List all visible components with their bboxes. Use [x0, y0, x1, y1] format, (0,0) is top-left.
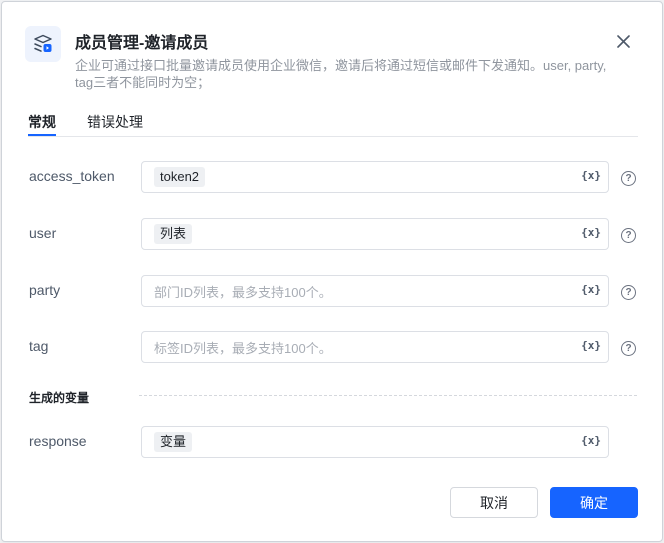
variable-picker-icon[interactable]: {x}	[581, 434, 601, 447]
output-variables-heading: 生成的变量	[29, 391, 90, 405]
tab-bar: 常规 错误处理	[28, 110, 638, 137]
user-input[interactable]: 列表 {x}	[141, 218, 609, 250]
access-token-input[interactable]: token2 {x}	[141, 161, 609, 193]
access-token-value-chip: token2	[154, 167, 206, 187]
help-icon[interactable]: ?	[621, 171, 636, 186]
tab-general[interactable]: 常规	[28, 112, 56, 132]
tag-label: tag	[29, 338, 49, 354]
tab-error-handling[interactable]: 错误处理	[87, 112, 143, 132]
variable-picker-icon[interactable]: {x}	[581, 169, 601, 182]
variable-picker-icon[interactable]: {x}	[581, 226, 601, 239]
dialog-description: 企业可通过接口批量邀请成员使用企业微信，邀请后将通过短信或邮件下发通知。user…	[75, 58, 607, 90]
party-label: party	[29, 282, 61, 298]
party-placeholder: 部门ID列表，最多支持100个。	[154, 284, 332, 300]
party-input[interactable]: 部门ID列表，最多支持100个。 {x}	[141, 275, 609, 307]
active-tab-indicator	[28, 134, 56, 136]
dialog-title: 成员管理-邀请成员	[75, 35, 209, 52]
variable-picker-icon[interactable]: {x}	[581, 339, 601, 352]
cancel-button[interactable]: 取消	[450, 487, 538, 518]
section-divider	[139, 395, 637, 396]
response-label: response	[29, 433, 87, 449]
help-icon[interactable]: ?	[621, 285, 636, 300]
invite-member-dialog: 成员管理-邀请成员 企业可通过接口批量邀请成员使用企业微信，邀请后将通过短信或邮…	[1, 1, 663, 542]
confirm-button[interactable]: 确定	[550, 487, 638, 518]
help-icon[interactable]: ?	[621, 228, 636, 243]
tag-placeholder: 标签ID列表，最多支持100个。	[154, 340, 332, 356]
help-icon[interactable]: ?	[621, 341, 636, 356]
api-module-icon	[25, 26, 61, 62]
response-value-chip: 变量	[154, 432, 193, 452]
variable-picker-icon[interactable]: {x}	[581, 283, 601, 296]
user-label: user	[29, 225, 57, 241]
access-token-label: access_token	[29, 168, 115, 184]
user-value-chip: 列表	[154, 224, 193, 244]
close-icon[interactable]	[614, 32, 632, 50]
tag-input[interactable]: 标签ID列表，最多支持100个。 {x}	[141, 331, 609, 363]
response-input[interactable]: 变量 {x}	[141, 426, 609, 458]
